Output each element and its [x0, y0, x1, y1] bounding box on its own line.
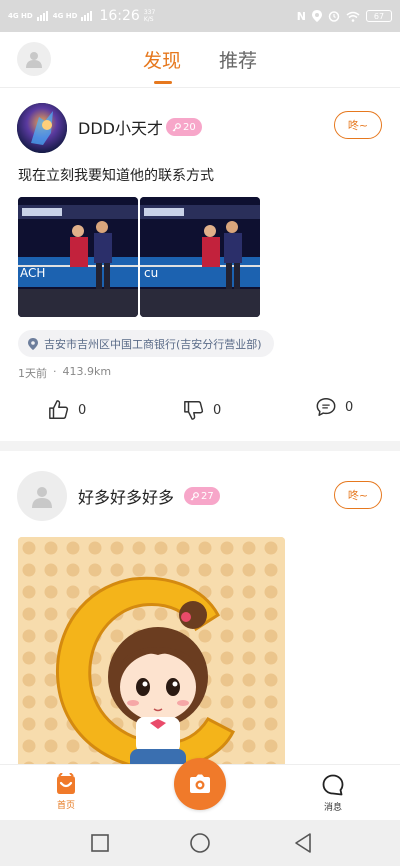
thumbs-up-icon [49, 400, 69, 419]
photo-badminton: ACH [18, 197, 138, 317]
post-card[interactable]: DDD小天才 20 咚~ 现在立刻我要知道他的联系方式 ACH cu 吉安市吉州… [0, 89, 400, 441]
signal-bars-icon [36, 11, 48, 21]
camera-icon [190, 774, 210, 793]
alarm-icon [328, 11, 340, 22]
location-text: 吉安市吉州区中国工商银行(吉安分行营业部) [44, 337, 262, 351]
greet-button[interactable]: 咚~ [334, 481, 382, 509]
home-nav-icon[interactable] [189, 832, 211, 854]
cartoon-girl-illustration [18, 537, 285, 777]
tab-messages[interactable]: 消息 [321, 773, 345, 813]
key-icon [172, 122, 181, 131]
post-time: 1天前 [18, 367, 47, 380]
signal-bars-icon [81, 11, 93, 21]
comment-count: 0 [345, 399, 354, 415]
nfc-icon: N [296, 9, 306, 23]
battery-level: 67 [373, 11, 385, 21]
battery-icon: 67 [366, 10, 392, 22]
like-count: 0 [78, 402, 87, 418]
photo-badminton: cu [140, 197, 260, 317]
user-icon [32, 487, 52, 508]
thumbs-down-icon [184, 401, 204, 420]
post-actions: 0 0 0 [0, 396, 400, 423]
active-tab-indicator [154, 81, 172, 84]
post-distance: 413.9km [62, 365, 112, 378]
my-avatar-button[interactable] [17, 42, 51, 76]
system-navbar [0, 820, 400, 866]
post-meta: 1天前 · 413.9km [18, 365, 111, 381]
post-divider [0, 441, 400, 451]
post-avatar[interactable] [17, 471, 67, 521]
clock: 16:26 [99, 8, 140, 24]
greet-button[interactable]: 咚~ [334, 111, 382, 139]
post-card[interactable]: 好多好多好多 27 咚~ [0, 451, 400, 777]
top-header: 发现 推荐 [0, 32, 400, 88]
signal-1: 4G HD [8, 12, 33, 20]
status-bar: 4G HD 4G HD 16:26 337 K/S N 67 [0, 0, 400, 32]
level-value: 20 [183, 121, 196, 133]
post-text: 现在立刻我要知道他的联系方式 [18, 168, 214, 184]
feed: DDD小天才 20 咚~ 现在立刻我要知道他的联系方式 ACH cu 吉安市吉州… [0, 89, 400, 777]
svg-text:cu: cu [144, 266, 158, 280]
tab-messages-label: 消息 [323, 803, 342, 813]
location-status-icon [312, 10, 322, 22]
dislike-count: 0 [213, 402, 222, 418]
tab-home-label: 首页 [56, 801, 75, 811]
camera-post-button[interactable] [174, 758, 226, 810]
location-tag[interactable]: 吉安市吉州区中国工商银行(吉安分行营业部) [18, 330, 274, 357]
like-button[interactable]: 0 [48, 399, 86, 421]
wifi-icon [346, 11, 360, 22]
post-avatar[interactable] [17, 103, 67, 153]
level-badge: 27 [184, 487, 220, 505]
tab-recommend[interactable]: 推荐 [219, 46, 257, 73]
username[interactable]: DDD小天才 [78, 115, 163, 139]
back-icon[interactable] [293, 832, 313, 854]
username[interactable]: 好多好多好多 [78, 484, 174, 508]
network-speed: 337 K/S [143, 9, 156, 23]
dislike-button[interactable]: 0 [183, 399, 221, 421]
tab-discover[interactable]: 发现 [143, 46, 181, 73]
comment-icon [316, 398, 336, 416]
level-value: 27 [201, 490, 214, 502]
level-badge: 20 [166, 118, 202, 136]
location-pin-icon [28, 337, 38, 350]
home-icon [57, 773, 75, 794]
user-icon [26, 52, 42, 68]
meta-separator: · [53, 365, 57, 378]
recents-icon[interactable] [90, 833, 110, 853]
message-icon [322, 774, 344, 796]
post-image[interactable]: ACH [18, 197, 138, 317]
signal-2: 4G HD [52, 12, 78, 20]
post-image[interactable] [18, 537, 285, 777]
comment-button[interactable]: 0 [315, 396, 353, 418]
svg-text:ACH: ACH [20, 266, 45, 280]
tab-home[interactable]: 首页 [54, 773, 78, 811]
post-image[interactable]: cu [140, 197, 260, 317]
key-icon [190, 491, 199, 500]
avatar-image [17, 103, 67, 153]
